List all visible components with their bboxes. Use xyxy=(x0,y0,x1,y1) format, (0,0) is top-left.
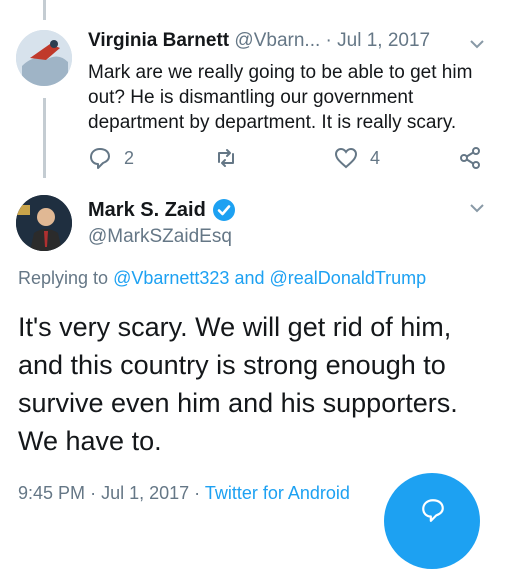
thread-line-top xyxy=(43,0,46,20)
author-name[interactable]: Mark S. Zaid xyxy=(88,199,206,222)
compose-icon xyxy=(422,499,444,522)
like-count: 4 xyxy=(370,147,381,168)
tweet1-text: Mark are we really going to be able to g… xyxy=(88,62,473,133)
separator: · xyxy=(325,30,332,51)
reply-icon xyxy=(90,148,110,169)
reply-and: and xyxy=(234,268,265,288)
replying-label: Replying to xyxy=(18,268,109,288)
separator: · xyxy=(90,483,97,503)
author-name[interactable]: Virginia Barnett xyxy=(88,30,229,51)
tweet-time: 9:45 PM xyxy=(18,483,86,503)
separator: · xyxy=(194,483,201,503)
tweet-source-link[interactable]: Twitter for Android xyxy=(205,483,350,503)
tweet2-text: It's very scary. We will get rid of him,… xyxy=(18,312,458,456)
avatar-virginia[interactable] xyxy=(16,30,72,86)
reply-user-link[interactable]: @realDonaldTrump xyxy=(270,268,427,288)
chevron-down-icon[interactable] xyxy=(467,198,487,218)
avatar-mark[interactable] xyxy=(16,195,72,251)
like-icon xyxy=(334,147,358,169)
tweet-date[interactable]: Jul 1, 2017 xyxy=(337,30,430,51)
replying-to: Replying to @Vbarnett323 and @realDonald… xyxy=(18,268,426,289)
author2-name-row: Mark S. Zaid xyxy=(88,198,236,222)
thread-line xyxy=(43,98,46,178)
reply-button[interactable]: 2 xyxy=(88,146,134,170)
reply-user-link[interactable]: @Vbarnett323 xyxy=(113,268,229,288)
verified-icon xyxy=(212,199,235,221)
author-handle[interactable]: @MarkSZaidEsq xyxy=(88,226,232,248)
tweet-meta: 9:45 PM · Jul 1, 2017 · Twitter for Andr… xyxy=(18,483,350,504)
reply-count: 2 xyxy=(124,147,135,168)
tweet-date: Jul 1, 2017 xyxy=(101,483,190,503)
share-button[interactable] xyxy=(458,146,482,170)
share-icon xyxy=(460,147,480,169)
chevron-down-icon[interactable] xyxy=(467,34,487,54)
tweet1-header: Virginia Barnett @Vbarn... · Jul 1, 2017 xyxy=(88,30,475,52)
retweet-button[interactable] xyxy=(214,146,238,170)
like-button[interactable]: 4 xyxy=(334,146,380,170)
retweet-icon xyxy=(218,149,234,167)
author-handle[interactable]: @Vbarn... xyxy=(234,30,320,51)
compose-button[interactable] xyxy=(384,473,480,569)
tweet1-actions: 2 4 xyxy=(88,146,495,176)
